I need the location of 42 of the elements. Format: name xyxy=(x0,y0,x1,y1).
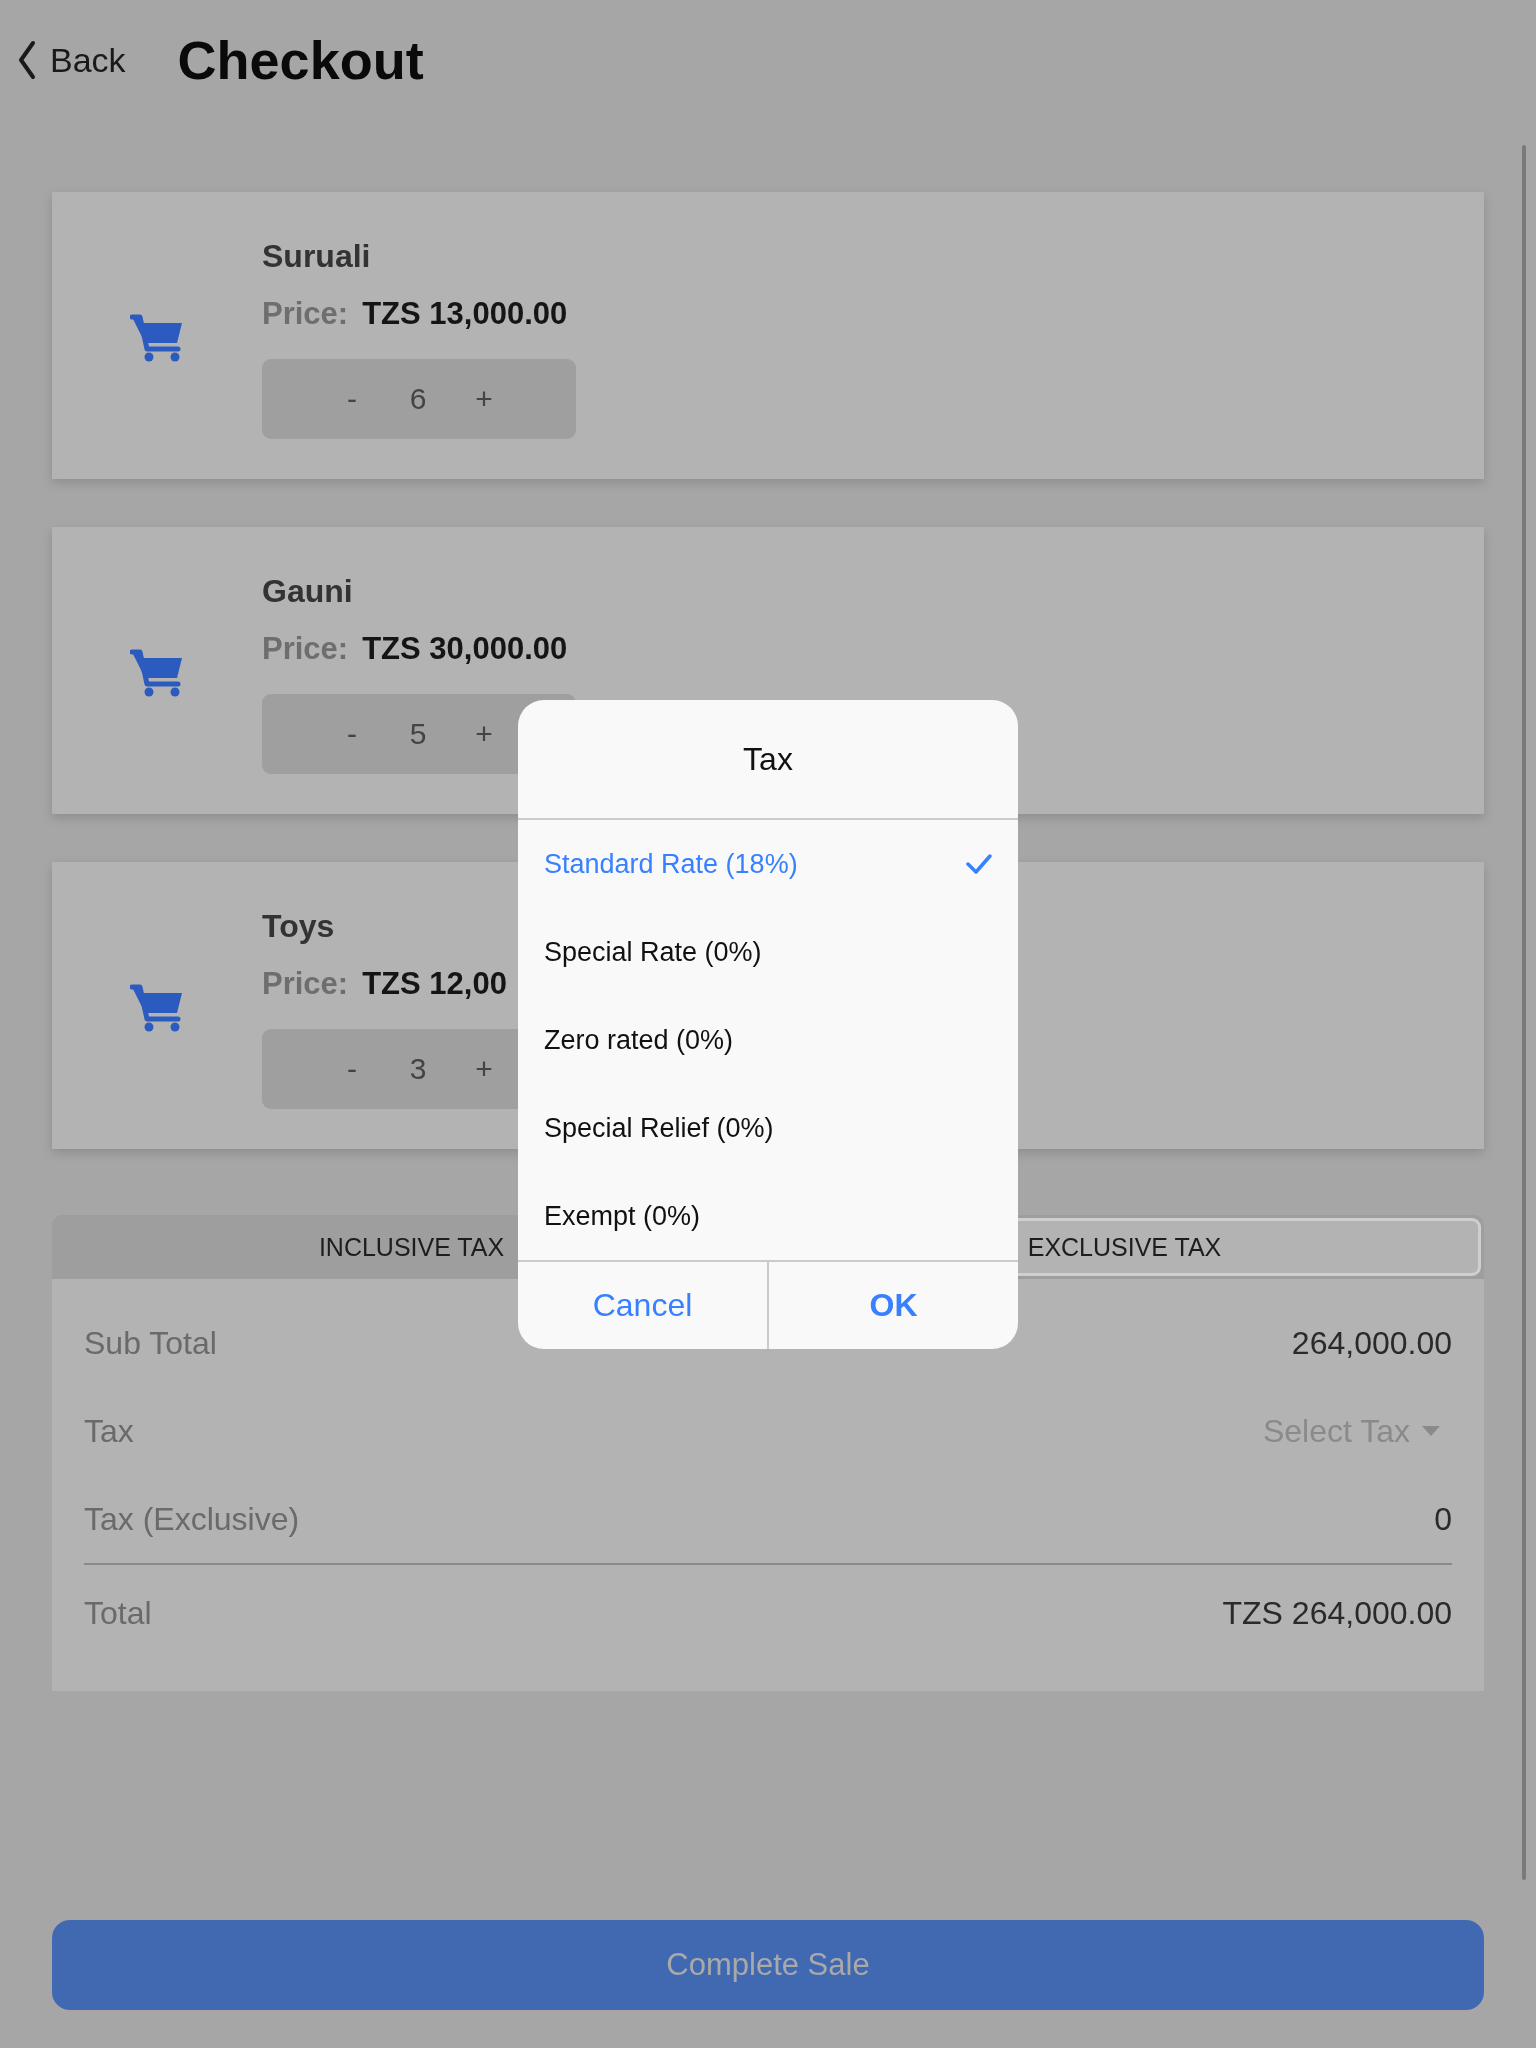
cart-icon xyxy=(130,312,184,363)
dropdown-caret-icon xyxy=(1422,1426,1440,1436)
summary-label: Total xyxy=(84,1594,152,1632)
summary-value: 0 xyxy=(1434,1500,1452,1538)
quantity-value: 6 xyxy=(408,382,428,416)
summary-label: Tax (Exclusive) xyxy=(84,1500,300,1538)
summary-value: 264,000.00 xyxy=(1291,1324,1452,1362)
product-name: Suruali xyxy=(262,237,371,276)
price-label: Price: xyxy=(262,630,349,668)
cart-icon xyxy=(130,647,184,698)
tax-option[interactable]: Special Relief (0%) xyxy=(518,1084,1018,1172)
quantity-value: 3 xyxy=(408,1052,428,1086)
increment-button[interactable]: + xyxy=(466,717,502,751)
tax-option[interactable]: Standard Rate (18%) xyxy=(518,820,1018,908)
price-label: Price: xyxy=(262,965,349,1003)
checkmark-icon xyxy=(966,854,992,874)
price-value: TZS 12,00 xyxy=(362,965,507,1003)
quantity-value: 5 xyxy=(408,717,428,751)
price-value: TZS 30,000.00 xyxy=(362,630,568,668)
decrement-button[interactable]: - xyxy=(334,382,370,416)
total-value: TZS 264,000.00 xyxy=(1222,1594,1452,1632)
page-title: Checkout xyxy=(177,29,424,91)
tax-option[interactable]: Zero rated (0%) xyxy=(518,996,1018,1084)
summary-label: Tax xyxy=(84,1412,134,1450)
summary-label: Sub Total xyxy=(84,1324,217,1362)
price-value: TZS 13,000.00 xyxy=(362,295,568,333)
decrement-button[interactable]: - xyxy=(334,1052,370,1086)
price-label: Price: xyxy=(262,295,349,333)
cart-icon xyxy=(130,982,184,1033)
back-button[interactable]: Back xyxy=(18,40,126,80)
chevron-left-icon xyxy=(18,40,36,80)
increment-button[interactable]: + xyxy=(466,1052,502,1086)
tax-option[interactable]: Special Rate (0%) xyxy=(518,908,1018,996)
product-name: Toys xyxy=(262,907,335,946)
ok-button[interactable]: OK xyxy=(767,1262,1018,1349)
complete-sale-button[interactable]: Complete Sale xyxy=(52,1920,1484,2010)
dialog-title: Tax xyxy=(518,700,1018,820)
cancel-button[interactable]: Cancel xyxy=(518,1262,767,1349)
product-name: Gauni xyxy=(262,572,353,611)
scrollbar[interactable] xyxy=(1522,145,1526,1880)
increment-button[interactable]: + xyxy=(466,382,502,416)
decrement-button[interactable]: - xyxy=(334,717,370,751)
